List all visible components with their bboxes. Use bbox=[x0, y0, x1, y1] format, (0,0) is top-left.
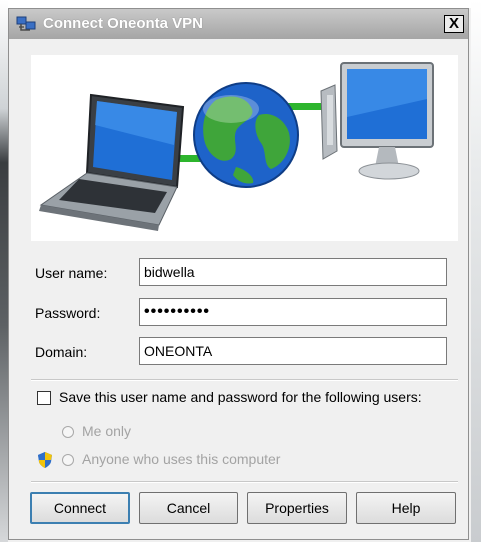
title-bar[interactable]: Connect Oneonta VPN X bbox=[9, 9, 468, 39]
help-button[interactable]: Help bbox=[356, 492, 456, 524]
uac-shield-icon bbox=[38, 452, 52, 468]
save-credentials-label[interactable]: Save this user name and password for the… bbox=[59, 389, 422, 405]
radio-anyone-label[interactable]: Anyone who uses this computer bbox=[82, 451, 280, 467]
username-label: User name: bbox=[35, 265, 108, 281]
properties-button[interactable]: Properties bbox=[247, 492, 347, 524]
window-title: Connect Oneonta VPN bbox=[43, 15, 204, 32]
connection-banner-image bbox=[31, 55, 458, 241]
close-button[interactable]: X bbox=[444, 15, 464, 33]
desktop-background-left bbox=[0, 0, 8, 542]
radio-me-only-label[interactable]: Me only bbox=[82, 423, 131, 439]
radio-anyone[interactable] bbox=[62, 454, 74, 466]
separator bbox=[31, 379, 458, 381]
laptop-icon bbox=[39, 93, 185, 231]
save-credentials-checkbox[interactable] bbox=[37, 391, 51, 405]
password-input[interactable] bbox=[139, 298, 447, 326]
vpn-connect-dialog: Connect Oneonta VPN X User name: bidwell… bbox=[8, 8, 469, 540]
radio-me-only[interactable] bbox=[62, 426, 74, 438]
cancel-button[interactable]: Cancel bbox=[139, 492, 238, 524]
username-input[interactable] bbox=[139, 258, 447, 286]
close-icon: X bbox=[448, 15, 459, 32]
desktop-background-right bbox=[471, 0, 481, 542]
separator bbox=[31, 481, 458, 483]
desktop-background-top bbox=[0, 0, 481, 8]
desktop-computer-icon bbox=[320, 62, 434, 180]
vpn-connection-icon bbox=[16, 16, 36, 31]
globe-icon bbox=[193, 82, 299, 188]
domain-input[interactable] bbox=[139, 337, 447, 365]
connect-button[interactable]: Connect bbox=[30, 492, 130, 524]
domain-label: Domain: bbox=[35, 344, 88, 360]
password-label: Password: bbox=[35, 305, 101, 321]
